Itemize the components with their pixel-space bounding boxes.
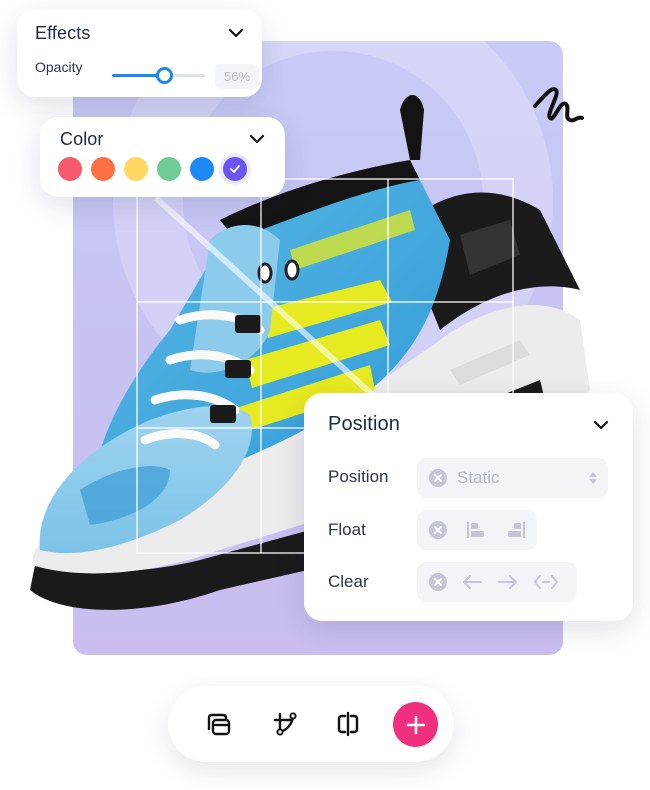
arrow-right-icon[interactable] <box>497 573 519 591</box>
color-swatch-orange[interactable] <box>91 157 115 181</box>
pen-tool-icon[interactable] <box>271 710 299 738</box>
layers-icon[interactable] <box>205 710 233 738</box>
float-left-icon[interactable] <box>465 521 487 539</box>
color-swatch-yellow[interactable] <box>124 157 148 181</box>
chevron-down-icon[interactable] <box>593 419 609 431</box>
position-select[interactable]: Static <box>417 458 608 498</box>
opacity-slider[interactable] <box>112 67 205 84</box>
check-icon <box>230 165 240 173</box>
chevron-down-icon[interactable] <box>228 27 244 39</box>
up-down-icon <box>589 472 597 484</box>
color-panel: Color <box>40 117 285 197</box>
float-label: Float <box>328 520 366 539</box>
position-value: Static <box>457 468 500 487</box>
color-swatch-purple[interactable] <box>223 157 247 181</box>
color-swatch-blue[interactable] <box>190 157 214 181</box>
position-label: Position <box>328 467 389 486</box>
clear-icon[interactable] <box>429 573 447 591</box>
opacity-label: Opacity <box>35 59 83 75</box>
effects-title: Effects <box>35 23 91 43</box>
opacity-slider-thumb[interactable] <box>156 67 174 84</box>
arrow-left-icon[interactable] <box>461 573 483 591</box>
clear-icon[interactable] <box>429 469 447 487</box>
chevron-down-icon[interactable] <box>249 133 265 145</box>
arrow-both-icon[interactable] <box>533 573 559 591</box>
position-title: Position <box>328 413 400 435</box>
opacity-value-field[interactable]: 56% <box>215 64 259 89</box>
add-button[interactable] <box>393 702 438 747</box>
color-swatch-green[interactable] <box>157 157 181 181</box>
position-panel: Position Position Static Float Clear <box>304 393 633 621</box>
effects-panel: Effects Opacity 56% <box>17 9 262 97</box>
color-swatch-red[interactable] <box>58 157 82 181</box>
clear-label: Clear <box>328 572 369 591</box>
clear-control <box>417 562 577 602</box>
float-control <box>417 510 537 550</box>
flip-icon[interactable] <box>334 710 362 738</box>
color-title: Color <box>60 129 104 149</box>
color-swatches <box>58 157 247 181</box>
float-right-icon[interactable] <box>505 521 527 539</box>
add-icon <box>406 715 425 734</box>
clear-icon[interactable] <box>429 521 447 539</box>
bottom-toolbar <box>168 686 454 762</box>
